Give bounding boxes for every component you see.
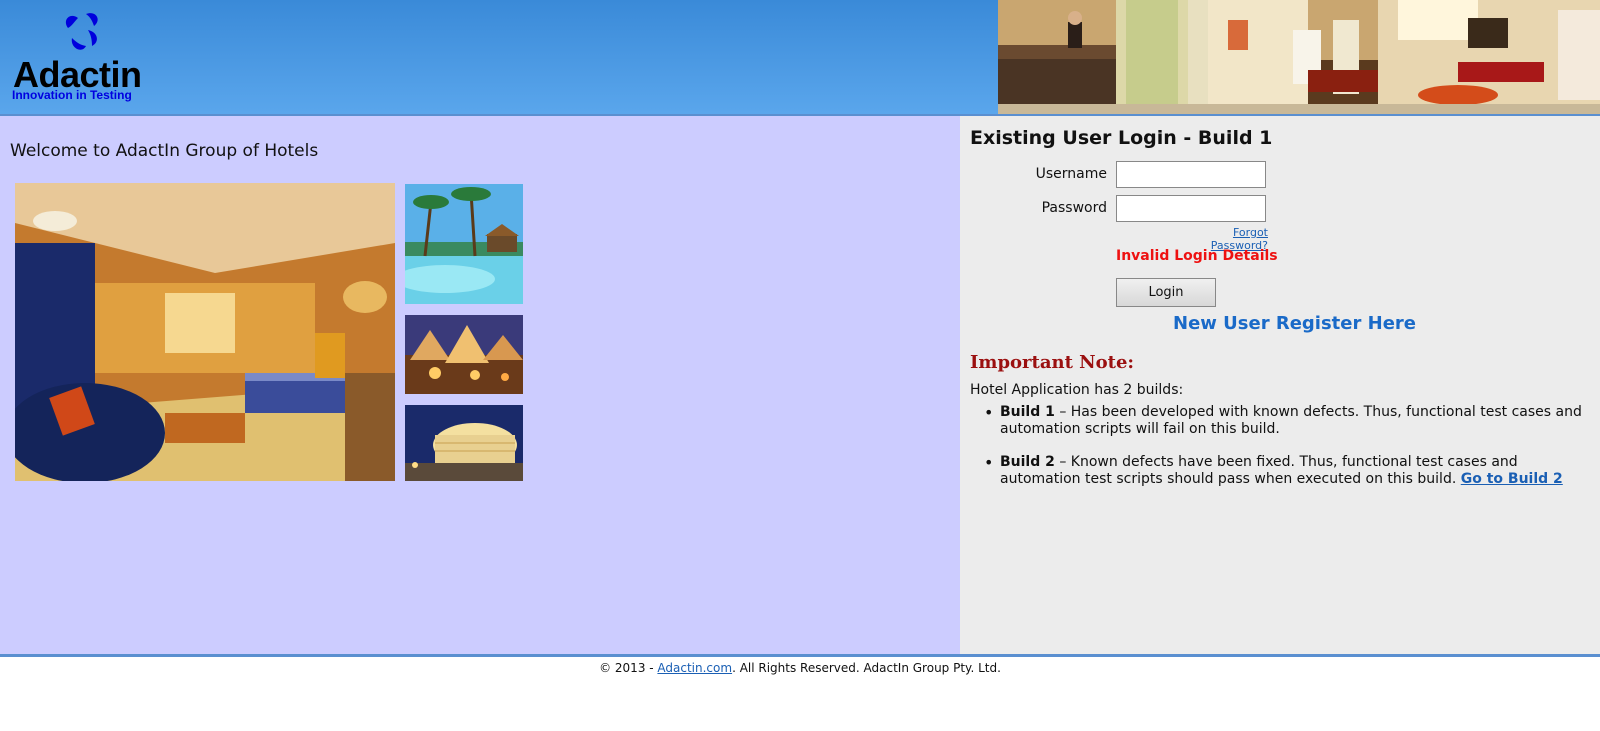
build-name: Build 2 bbox=[1000, 454, 1055, 470]
register-link[interactable]: New User Register Here bbox=[1173, 313, 1416, 334]
important-note-intro: Hotel Application has 2 builds: bbox=[970, 382, 1184, 398]
hotel-night-photo bbox=[405, 405, 523, 481]
build-list-item: Build 1 – Has been developed with known … bbox=[984, 404, 1590, 438]
footer-rights: . All Rights Reserved. AdactIn Group Pty… bbox=[732, 661, 1001, 675]
pool-photo bbox=[405, 184, 523, 304]
build-description: – Known defects have been fixed. Thus, f… bbox=[1000, 454, 1518, 487]
build-description: – Has been developed with known defects.… bbox=[1000, 404, 1582, 437]
footer-site-link[interactable]: Adactin.com bbox=[657, 661, 732, 675]
hotel-room-photo bbox=[15, 183, 395, 481]
go-to-build-2-link[interactable]: Go to Build 2 bbox=[1461, 471, 1563, 487]
build-list: Build 1 – Has been developed with known … bbox=[970, 404, 1590, 504]
build-list-item: Build 2 – Known defects have been fixed.… bbox=[984, 454, 1590, 488]
footer: © 2013 - Adactin.com. All Rights Reserve… bbox=[0, 661, 1600, 675]
page-header: Adactin Innovation in Testing bbox=[0, 0, 1600, 116]
login-title: Existing User Login - Build 1 bbox=[970, 127, 1273, 149]
login-button[interactable]: Login bbox=[1116, 278, 1216, 307]
adactin-logo-icon bbox=[65, 13, 98, 50]
hotel-lobby-banner bbox=[998, 0, 1600, 114]
tents-photo bbox=[405, 315, 523, 394]
build-name: Build 1 bbox=[1000, 404, 1055, 420]
welcome-heading: Welcome to AdactIn Group of Hotels bbox=[10, 141, 319, 161]
logo-tagline: Innovation in Testing bbox=[12, 88, 132, 102]
footer-divider bbox=[0, 654, 1600, 657]
username-input[interactable] bbox=[1116, 161, 1266, 188]
welcome-panel: Welcome to AdactIn Group of Hotels bbox=[0, 116, 960, 654]
login-panel: Existing User Login - Build 1 Username P… bbox=[960, 116, 1600, 654]
username-label: Username bbox=[1035, 166, 1107, 182]
login-error-message: Invalid Login Details bbox=[1116, 248, 1278, 264]
adactin-logo[interactable]: Adactin Innovation in Testing bbox=[10, 8, 160, 108]
password-label: Password bbox=[1041, 200, 1107, 216]
password-input[interactable] bbox=[1116, 195, 1266, 222]
footer-copyright: © 2013 - bbox=[599, 661, 658, 675]
important-note-title: Important Note: bbox=[970, 352, 1135, 373]
